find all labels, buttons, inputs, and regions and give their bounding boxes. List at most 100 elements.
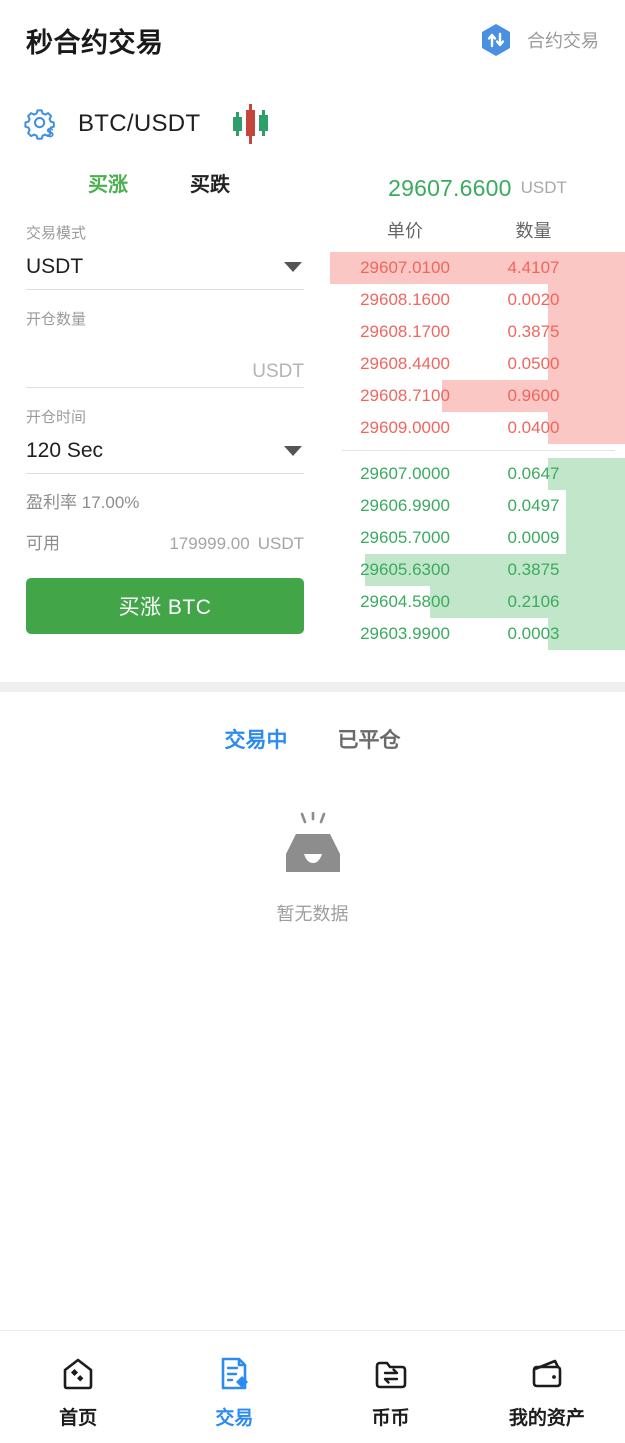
ask-amount: 0.0400 [507,418,560,437]
profit-rate-label: 盈利率 [26,493,77,512]
trade-mode-label: 交易模式 [26,225,87,242]
profit-rate-value: 17.00% [81,493,140,512]
nav-label-coin-exchange: 币币 [371,1408,410,1429]
empty-inbox-icon [274,812,352,878]
svg-text:$: $ [47,125,55,140]
ask-price: 29608.7100 [360,386,450,405]
ask-amount: 0.0500 [507,354,560,373]
ask-row[interactable]: 29607.0100 4.4107 [330,252,625,284]
exchange-folder-icon [371,1354,411,1394]
bid-row[interactable]: 29606.9900 0.0497 [330,490,625,522]
nav-label-home: 首页 [59,1408,98,1429]
order-book-header: 单价 数量 [330,208,625,252]
available-value: 179999.00 [169,534,250,553]
nav-item-home[interactable]: 首页 [0,1331,156,1443]
open-time-label: 开仓时间 [26,409,87,426]
swap-vertical-icon [478,22,514,58]
pair-symbol[interactable]: BTC/USDT [78,110,200,138]
chevron-down-icon [284,445,302,456]
bottom-navigation: 首页 交易 币币 我的资产 [0,1330,625,1443]
nav-item-my-assets[interactable]: 我的资产 [469,1331,625,1443]
ask-amount: 0.3875 [507,322,560,341]
trade-form: 买涨 买跌 交易模式 USDT 开仓数量 USDT 开仓时间 120 Sec 盈… [0,160,330,682]
ask-price: 29608.1600 [360,290,450,309]
page-title: 秒合约交易 [26,27,164,58]
nav-item-coin-exchange[interactable]: 币币 [313,1331,469,1443]
column-header-price: 单价 [387,221,423,241]
profit-rate-row: 盈利率 17.00% [26,488,304,513]
bid-amount: 0.0009 [507,528,560,547]
bid-amount: 0.0497 [507,496,560,515]
app-screen: 秒合约交易 合约交易 $ BTC/USDT 买涨 买跌 交易模式 USDT 开仓… [0,0,625,1443]
bid-amount: 0.0003 [507,624,560,643]
order-book-divider [342,450,615,451]
ask-price: 29608.1700 [360,322,450,341]
trade-document-icon [214,1354,254,1394]
open-amount-label: 开仓数量 [26,311,87,328]
nav-label-my-assets: 我的资产 [508,1408,585,1429]
trading-pair-row: $ BTC/USDT [0,98,625,150]
open-amount-unit: USDT [252,361,304,382]
trade-mode-value: USDT [26,254,84,278]
tab-buy-down[interactable]: 买跌 [190,168,230,197]
open-time-field: 开仓时间 120 Sec [26,408,304,474]
open-amount-field: 开仓数量 USDT [26,310,304,388]
main-content: 买涨 买跌 交易模式 USDT 开仓数量 USDT 开仓时间 120 Sec 盈… [0,160,625,682]
contract-trade-shortcut[interactable]: 合约交易 [478,22,599,58]
ask-amount: 0.0020 [507,290,560,309]
orders-tab-group: 交易中 已平仓 [0,692,625,786]
bid-price: 29603.9900 [360,624,450,643]
column-header-amount: 数量 [515,221,552,241]
candlestick-icon[interactable] [220,100,272,148]
ask-row[interactable]: 29608.1600 0.0020 [330,284,625,316]
open-time-select[interactable]: 120 Sec [26,428,304,474]
page-header: 秒合约交易 合约交易 [0,0,625,80]
ask-rows: 29607.0100 4.4107 29608.1600 0.0020 29608.17… [330,252,625,444]
last-price-unit: USDT [520,178,567,197]
ask-row[interactable]: 29608.1700 0.3875 [330,316,625,348]
contract-trade-label: 合约交易 [527,31,599,51]
ask-row[interactable]: 29608.7100 0.9600 [330,380,625,412]
last-price-value: 29607.6600 [388,174,512,201]
wallet-icon [527,1354,567,1394]
last-price-row: 29607.6600 USDT [330,160,625,208]
bid-row[interactable]: 29603.9900 0.0003 [330,618,625,650]
chevron-down-icon [284,261,302,272]
bid-row[interactable]: 29604.5800 0.2106 [330,586,625,618]
bid-rows: 29607.0000 0.0647 29606.9900 0.0497 29605.70… [330,458,625,650]
bid-row[interactable]: 29605.6300 0.3875 [330,554,625,586]
ask-row[interactable]: 29609.0000 0.0400 [330,412,625,444]
trade-mode-select[interactable]: USDT [26,244,304,290]
section-separator [0,682,625,692]
bid-price: 29606.9900 [360,496,450,515]
submit-buy-up-button[interactable]: 买涨 BTC [26,578,304,634]
bid-price: 29605.7000 [360,528,450,547]
tab-closed-orders[interactable]: 已平仓 [338,724,401,754]
bid-row[interactable]: 29605.7000 0.0009 [330,522,625,554]
bid-price: 29605.6300 [360,560,450,579]
nav-label-trade: 交易 [215,1408,254,1429]
empty-state: 暂无数据 [0,812,625,926]
ask-price: 29607.0100 [360,258,450,277]
open-time-value: 120 Sec [26,438,104,462]
ask-price: 29608.4400 [360,354,450,373]
nav-item-trade[interactable]: 交易 [156,1331,312,1443]
gear-dollar-icon[interactable]: $ [24,107,58,141]
ask-price: 29609.0000 [360,418,450,437]
bid-amount: 0.0647 [507,464,560,483]
order-book: 29607.6600 USDT 单价 数量 29607.0100 4.4107 29… [330,160,625,682]
ask-row[interactable]: 29608.4400 0.0500 [330,348,625,380]
bid-row[interactable]: 29607.0000 0.0647 [330,458,625,490]
bid-price: 29604.5800 [360,592,450,611]
ask-amount: 0.9600 [507,386,560,405]
open-amount-control[interactable]: USDT [26,330,304,388]
empty-state-text: 暂无数据 [276,904,349,924]
home-icon [58,1354,98,1394]
available-unit: USDT [257,534,304,553]
tab-buy-up[interactable]: 买涨 [88,168,128,197]
available-balance-row: 可用 179999.00 USDT [26,529,304,554]
tab-open-orders[interactable]: 交易中 [225,724,288,754]
trade-mode-field: 交易模式 USDT [26,224,304,290]
open-amount-input[interactable] [26,330,206,384]
bid-amount: 0.3875 [507,560,560,579]
